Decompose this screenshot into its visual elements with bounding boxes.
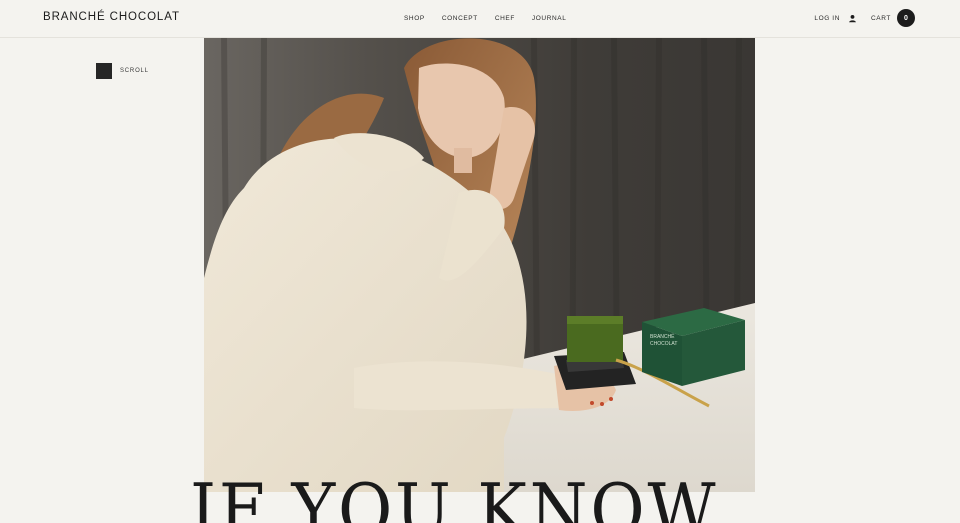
nav-journal[interactable]: JOURNAL	[532, 15, 567, 22]
nav-chef[interactable]: CHEF	[495, 15, 515, 22]
user-icon	[844, 9, 862, 27]
scroll-square-icon	[96, 63, 112, 79]
login-label: LOG IN	[814, 14, 841, 22]
site-header: BRANCHÉ CHOCOLAT SHOP CONCEPT CHEF JOURN…	[0, 0, 960, 38]
brand-logo[interactable]: BRANCHÉ CHOCOLAT	[43, 11, 180, 23]
nav-concept[interactable]: CONCEPT	[442, 15, 478, 22]
package-brand-line2: CHOCOLAT	[650, 341, 677, 347]
scroll-indicator[interactable]: SCROLL	[96, 63, 149, 79]
cart-button[interactable]: CART 0	[871, 9, 915, 27]
cart-label: CART	[871, 14, 891, 22]
package-brand-line1: BRANCHÉ	[650, 333, 675, 340]
account-area: LOG IN CART 0	[814, 9, 915, 27]
cart-count-badge: 0	[897, 9, 915, 27]
nav-shop[interactable]: SHOP	[404, 15, 425, 22]
scroll-label: SCROLL	[120, 68, 149, 74]
login-button[interactable]: LOG IN	[814, 9, 862, 27]
hero-headline: IF YOU KNOW	[190, 468, 719, 523]
main-nav: SHOP CONCEPT CHEF JOURNAL	[404, 15, 583, 22]
hero-image: BRANCHÉ CHOCOLAT	[204, 38, 755, 492]
page: BRANCHÉ CHOCOLAT SHOP CONCEPT CHEF JOURN…	[0, 0, 960, 523]
